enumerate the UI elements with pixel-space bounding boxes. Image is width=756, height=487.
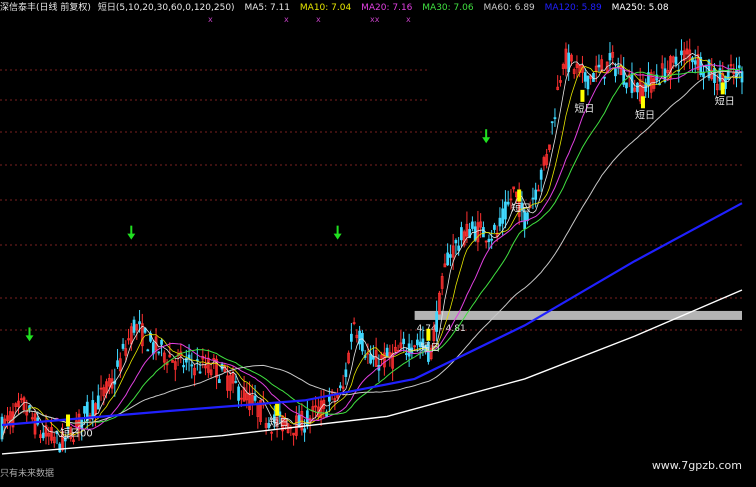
candle-body [608, 53, 612, 61]
short-day-bar [426, 328, 431, 341]
candle-body [680, 50, 683, 56]
candle-body [482, 227, 485, 238]
candle-body [498, 217, 502, 227]
candle-body [217, 379, 221, 384]
candle-body [471, 221, 474, 229]
candle-body [693, 60, 697, 65]
short-day-bar [640, 96, 645, 109]
candle-body [344, 369, 348, 377]
candle-body [121, 343, 125, 349]
candle-body [504, 201, 507, 220]
short-day-label: 短日 [574, 102, 594, 115]
candle-body [303, 428, 306, 433]
candle-body [146, 349, 150, 352]
candle-body [501, 208, 505, 224]
candle-body [160, 340, 163, 345]
short-day-label: 短日 [511, 202, 531, 215]
candle-body [339, 385, 342, 388]
candle-body [490, 238, 494, 241]
short-day-bar [66, 414, 71, 427]
price-band-label: 4.74 - 4.81 [417, 324, 466, 334]
candle-body [597, 64, 601, 68]
candle-body [358, 330, 361, 345]
candle-body [531, 197, 535, 200]
short-day-bar [275, 403, 280, 416]
short-day-bar [580, 89, 585, 102]
candle-body [493, 224, 496, 230]
candle-body [41, 432, 45, 439]
candlestick-chart: 4.74 - 4.81短日00短日短日短日短日短日短日 [0, 38, 744, 455]
candle-body [58, 443, 62, 453]
short-day-label: 短日00 [60, 427, 93, 440]
candle-body [460, 227, 463, 241]
candle-body [190, 364, 194, 367]
short-day-bar [720, 82, 725, 95]
candle-body [96, 395, 100, 410]
candle-body [83, 406, 86, 414]
short-day-bar [517, 189, 522, 202]
candle-body [724, 75, 727, 89]
candle-body [416, 339, 419, 346]
candle-body [405, 353, 408, 355]
candle-body [237, 386, 240, 401]
candle-body [198, 371, 202, 374]
short-day-label: 短日 [420, 341, 440, 354]
candle-body [636, 82, 639, 93]
candle-body [253, 395, 257, 401]
candle-body [539, 169, 543, 180]
signal-arrow-head [25, 335, 34, 342]
candle-body [361, 333, 364, 352]
candle-body [625, 82, 628, 89]
candle-body [182, 365, 185, 368]
short-day-label: 短日 [269, 416, 289, 429]
candle-body [234, 381, 238, 383]
candle-body [534, 189, 538, 200]
candle-body [454, 240, 458, 244]
signal-arrow-head [333, 233, 342, 240]
signal-arrow-head [482, 137, 491, 144]
candle-body [506, 201, 510, 205]
candle-body [402, 338, 405, 345]
candle-body [614, 68, 617, 77]
candle-body [449, 254, 452, 258]
candle-body [586, 75, 590, 90]
candle-body [138, 321, 141, 325]
short-day-label: 短日 [635, 108, 655, 121]
candle-body [80, 419, 84, 430]
candle-body [385, 347, 389, 358]
candle-body [603, 76, 606, 79]
candle-body [157, 351, 161, 354]
candle-body [457, 245, 461, 251]
candle-body [446, 252, 450, 266]
watermark: www.7gpzb.com [651, 459, 742, 472]
candle-body [435, 311, 439, 332]
candle-body [583, 72, 587, 82]
candle-body [550, 121, 554, 124]
candle-body [473, 226, 477, 241]
candle-body [553, 117, 557, 120]
candle-body [737, 65, 741, 68]
candle-body [350, 333, 353, 342]
candle-body [116, 360, 119, 367]
candle-body [91, 400, 95, 418]
candle-body [674, 56, 678, 65]
signal-arrow-head [127, 233, 136, 240]
bottom-note: 只有未来数据 [0, 469, 55, 479]
candle-body [132, 319, 136, 333]
candle-body [630, 73, 634, 93]
candle-body [369, 353, 372, 364]
short-day-label: 短日 [715, 94, 735, 107]
candle-body [487, 238, 491, 243]
